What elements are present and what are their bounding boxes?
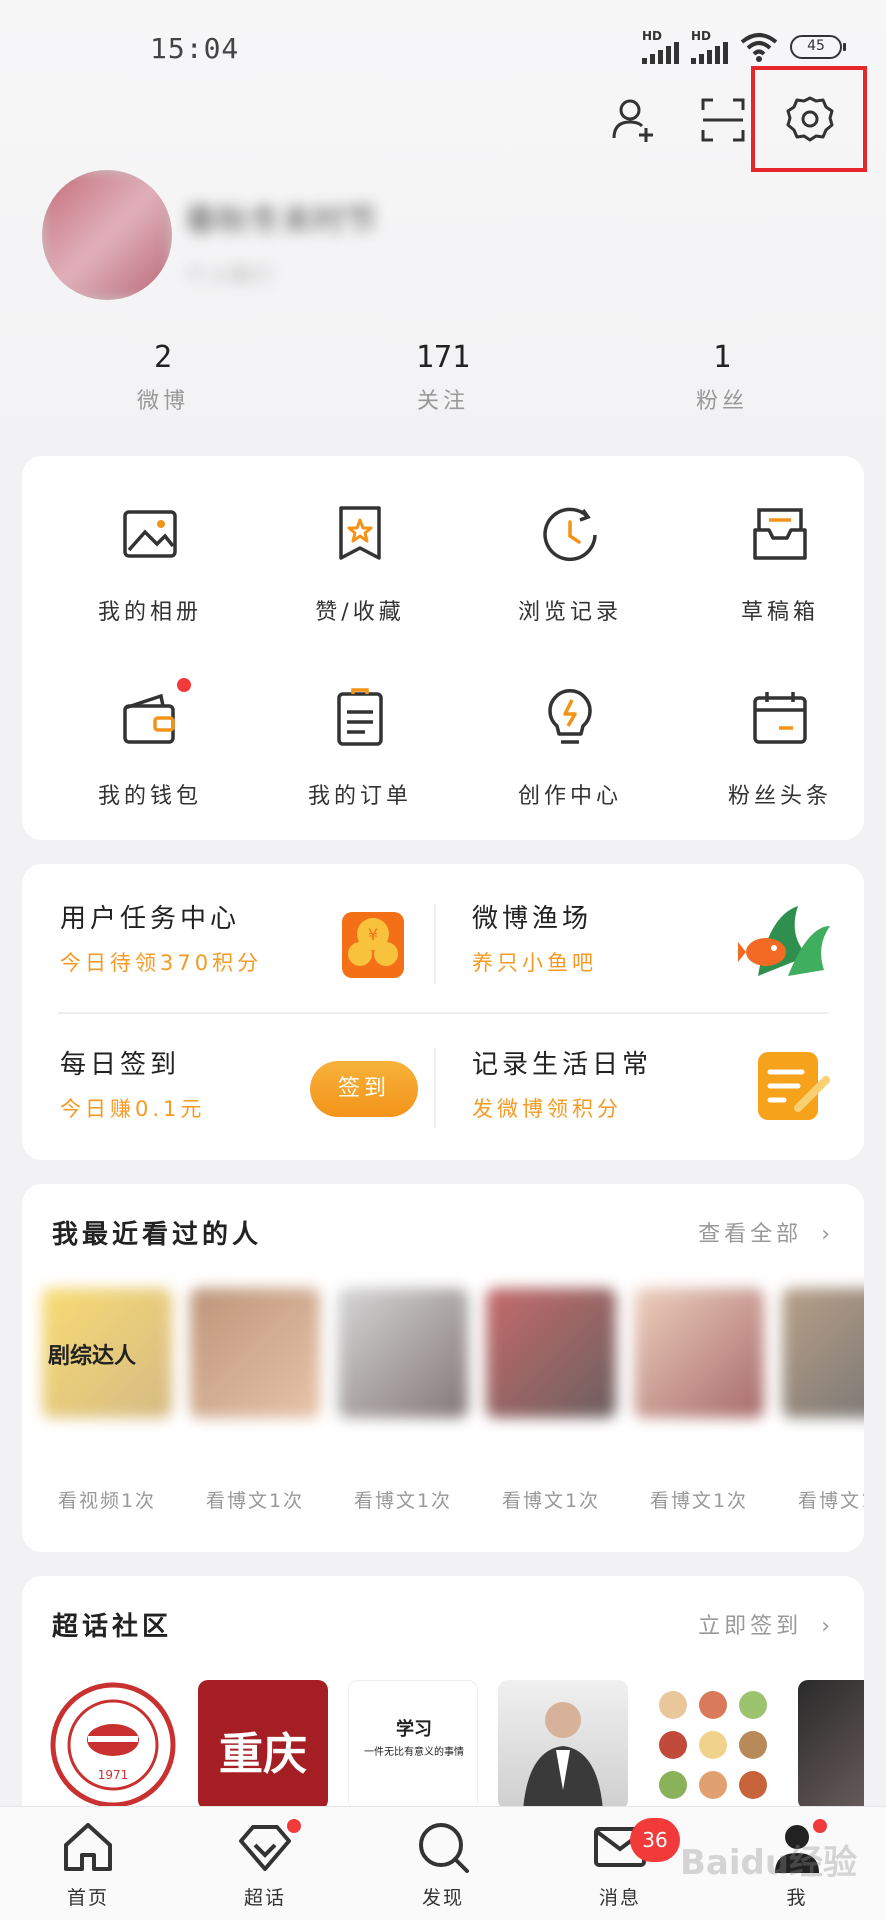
divider: [434, 1048, 436, 1128]
watermark: Baidu经验: [680, 1843, 858, 1883]
checkin-now-link[interactable]: 立即签到 ›: [698, 1608, 834, 1640]
divider: [434, 904, 436, 984]
settings-highlight-box: [751, 66, 867, 172]
grid-item-drafts[interactable]: 草稿箱: [675, 500, 885, 626]
discover-icon: [413, 1817, 473, 1877]
orders-icon: [325, 684, 395, 754]
grid-item-creator[interactable]: 创作中心: [465, 684, 675, 810]
status-time: 15:04: [150, 32, 240, 65]
section-title: 超话社区: [52, 1612, 173, 1642]
super-topic-notification-dot: [285, 1817, 303, 1835]
topic-item[interactable]: [498, 1680, 628, 1810]
avatar: [782, 1288, 864, 1418]
wifi-icon: [740, 33, 778, 62]
tab-discover[interactable]: 发现: [383, 1817, 503, 1910]
avatar: [338, 1288, 468, 1418]
recent-person[interactable]: 剧综达人 看视频1次: [42, 1288, 172, 1513]
recent-person[interactable]: 看博文1次: [190, 1288, 320, 1513]
super-topic-icon: [235, 1817, 303, 1877]
topic-item[interactable]: 学习 一件无比有意义的事情: [348, 1680, 478, 1810]
recent-person[interactable]: 看博文1次: [338, 1288, 468, 1513]
favorite-icon: [325, 500, 395, 570]
battery-icon: 45: [790, 35, 846, 59]
avatar: [634, 1288, 764, 1418]
task-card: 用户任务中心 今日待领370积分 ¥ 微博渔场 养只小鱼吧 每日签到 今日赚0.…: [22, 864, 864, 1160]
recent-people-card: 我最近看过的人 查看全部 › 剧综达人 看视频1次 看博文1次 看博文1次 看博…: [22, 1184, 864, 1552]
person-photo: [523, 1702, 603, 1810]
divider: [58, 1012, 828, 1014]
function-grid-card: 我的相册 赞/收藏 浏览记录 草稿箱 我的钱包 我的订单 创作中心 粉丝头条: [22, 456, 864, 840]
stat-weibo[interactable]: 2 微博: [63, 340, 263, 415]
wallet-icon: [115, 676, 193, 754]
status-indicators: HD HD 45: [642, 30, 846, 64]
notepad-pencil-icon: [754, 1046, 834, 1130]
profile-stats: 2 微博 171 关注 1 粉丝: [0, 340, 886, 420]
cell-signal-2-icon: HD: [691, 30, 728, 64]
home-icon: [58, 1817, 118, 1877]
grid-item-orders[interactable]: 我的订单: [255, 684, 465, 810]
topic-item[interactable]: [648, 1680, 778, 1810]
stat-fans[interactable]: 1 粉丝: [622, 340, 822, 415]
chevron-right-icon: ›: [821, 1222, 834, 1247]
tab-super-topic[interactable]: 超话: [205, 1817, 325, 1910]
task-user-center[interactable]: 用户任务中心 今日待领370积分: [60, 898, 262, 977]
grid-item-history[interactable]: 浏览记录: [465, 500, 675, 626]
username[interactable]: 春秋冬末时节: [185, 195, 377, 241]
see-all-link[interactable]: 查看全部 ›: [698, 1216, 834, 1248]
album-icon: [115, 500, 185, 570]
chevron-right-icon: ›: [821, 1614, 834, 1639]
section-title: 我最近看过的人: [52, 1220, 263, 1250]
avatar: [486, 1288, 616, 1418]
college-seal-icon: [50, 1682, 176, 1808]
add-friend-icon[interactable]: [606, 92, 662, 148]
task-daily-checkin[interactable]: 每日签到 今日赚0.1元: [60, 1044, 205, 1123]
grid-item-fans-headline[interactable]: 粉丝头条: [675, 684, 885, 810]
wallet-notification-dot: [175, 676, 193, 694]
avatar: [190, 1288, 320, 1418]
cell-signal-1-icon: HD: [642, 30, 679, 64]
profile-description[interactable]: 个人简介: [185, 258, 273, 290]
grid-item-wallet[interactable]: 我的钱包: [45, 676, 255, 810]
creator-icon: [535, 684, 605, 754]
grid-item-favorites[interactable]: 赞/收藏: [255, 500, 465, 626]
topic-item[interactable]: [798, 1680, 864, 1810]
food-collage-photo: [659, 1691, 767, 1799]
message-badge: 36: [630, 1818, 680, 1862]
coin-pot-icon: ¥: [340, 904, 406, 984]
recent-person[interactable]: 看博文1次: [782, 1288, 864, 1513]
scan-icon[interactable]: [695, 92, 751, 148]
history-icon: [535, 500, 605, 570]
grid-item-album[interactable]: 我的相册: [45, 500, 255, 626]
avatar[interactable]: [42, 170, 172, 300]
topic-item[interactable]: 1971: [48, 1680, 178, 1810]
fans-headline-icon: [745, 684, 815, 754]
task-record-life[interactable]: 记录生活日常 发微博领积分: [472, 1044, 652, 1123]
tab-home[interactable]: 首页: [28, 1817, 148, 1910]
stat-following[interactable]: 171 关注: [343, 340, 543, 415]
task-fish-farm[interactable]: 微博渔场 养只小鱼吧: [472, 898, 597, 977]
recent-person[interactable]: 看博文1次: [486, 1288, 616, 1513]
fish-farm-icon: [738, 896, 834, 986]
super-topic-card: 超话社区 立即签到 › 1971 重庆 学习 一件无比有意义的事情: [22, 1576, 864, 1836]
topic-item[interactable]: 重庆: [198, 1680, 328, 1810]
checkin-button[interactable]: 签到: [310, 1061, 418, 1117]
recent-person[interactable]: 看博文1次: [634, 1288, 764, 1513]
drafts-icon: [745, 500, 815, 570]
svg-text:¥: ¥: [368, 925, 378, 944]
me-notification-dot: [811, 1817, 829, 1835]
